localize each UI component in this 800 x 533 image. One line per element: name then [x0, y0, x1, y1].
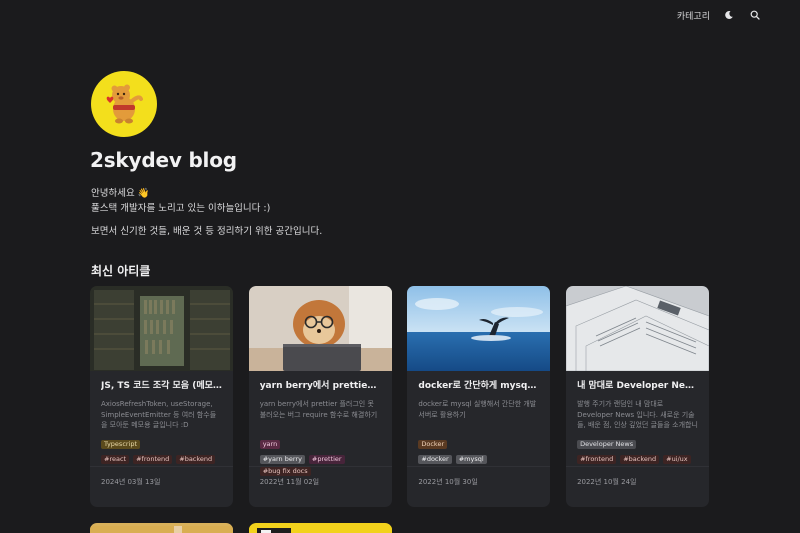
article-title[interactable]: 내 맘대로 Developer News 1. — [577, 379, 698, 393]
card-divider — [407, 466, 551, 467]
article-date: 2024년 03월 13일 — [101, 478, 161, 486]
nav-category-link[interactable]: 카테고리 — [677, 9, 710, 22]
whale-tail-thumbnail — [407, 286, 551, 371]
tag[interactable]: #prettier — [308, 455, 345, 464]
article-title[interactable]: docker로 간단하게 mysql 실행하기 — [418, 379, 539, 393]
article-date: 2022년 10월 24일 — [577, 478, 637, 486]
intro-purpose: 보면서 신기한 것들, 배운 것 등 정리하기 위한 공간입니다. — [91, 226, 323, 237]
category-badge[interactable]: Typescript — [101, 440, 141, 449]
intro-greeting: 안녕하세요 👋 — [91, 188, 150, 199]
article-card[interactable]: 내 맘대로 Developer News 1. 발행 주기가 랜덤인 내 맘대로… — [566, 286, 710, 507]
card-divider — [248, 466, 392, 467]
tag[interactable]: #react — [101, 455, 130, 464]
tag-list: yarn #yarn berry #prettier #bug fix docs — [259, 440, 385, 476]
intro-text: 안녕하세요 👋 풀스택 개발자를 노리고 있는 이하늘입니다 :) — [91, 186, 270, 216]
article-date: 2022년 10월 30일 — [418, 478, 478, 486]
tag[interactable]: #yarn berry — [259, 455, 305, 464]
blog-title: 2skydev blog — [90, 148, 237, 172]
article-card[interactable]: docker로 간단하게 mysql 실행하기 docker로 mysql 실행… — [407, 286, 551, 507]
moon-icon[interactable] — [722, 8, 736, 22]
category-badge[interactable]: Docker — [418, 440, 448, 449]
library-bookshelf-thumbnail — [90, 286, 233, 371]
article-title[interactable]: yarn berry에서 prettier 플러그인 못 불러오는 버그 req… — [260, 379, 381, 393]
article-date: 2022년 11월 02일 — [259, 478, 320, 486]
intro-role: 풀스택 개발자를 노리고 있는 이하늘입니다 :) — [91, 203, 271, 214]
category-badge[interactable]: Developer News — [577, 440, 637, 449]
bear-mascot-icon — [106, 84, 143, 124]
dog-with-laptop-thumbnail — [248, 286, 392, 371]
article-description: docker로 mysql 실행해서 간단한 개발서버로 활용하기 — [418, 400, 537, 419]
article-description: yarn berry에서 prettier 플러그인 못 불러오는 버그 req… — [259, 400, 378, 419]
recent-articles-heading: 최신 아티클 — [91, 264, 151, 278]
tag-list: Developer News #frontend #backend #ui/ux — [577, 440, 702, 464]
article-card[interactable]: JS, TS 코드 조각 모음 (메모용) AxiosRefreshToken,… — [90, 286, 233, 507]
article-grid-next-row — [90, 523, 392, 533]
article-grid: JS, TS 코드 조각 모음 (메모용) AxiosRefreshToken,… — [90, 286, 710, 507]
article-description: 발행 주기가 랜덤인 내 맘대로 Developer News 입니다. 새로운… — [577, 400, 698, 429]
article-card-partial[interactable] — [248, 523, 392, 533]
tag[interactable]: #backend — [176, 455, 216, 464]
tag[interactable]: #mysql — [455, 455, 487, 464]
avatar — [91, 71, 157, 137]
tag[interactable]: #backend — [620, 455, 660, 464]
card-divider — [566, 466, 710, 467]
tag[interactable]: #frontend — [133, 455, 173, 464]
tag[interactable]: #frontend — [577, 455, 617, 464]
tag[interactable]: #docker — [418, 455, 452, 464]
article-description: AxiosRefreshToken, useStorage, SimpleEve… — [101, 400, 217, 429]
article-card[interactable]: yarn berry에서 prettier 플러그인 못 불러오는 버그 req… — [248, 286, 392, 507]
tag-list: Typescript #react #frontend #backend — [101, 440, 226, 464]
category-badge[interactable]: yarn — [259, 440, 281, 449]
search-icon[interactable] — [748, 8, 762, 22]
article-title[interactable]: JS, TS 코드 조각 모음 (메모용) — [101, 379, 222, 393]
article-card-partial[interactable] — [90, 523, 233, 533]
profile — [91, 71, 157, 137]
newspapers-thumbnail — [566, 286, 710, 371]
tag-list: Docker #docker #mysql — [418, 440, 543, 464]
card-divider — [90, 466, 233, 467]
tag[interactable]: #ui/ux — [663, 455, 691, 464]
tag[interactable]: #bug fix docs — [259, 467, 311, 476]
top-navigation: 카테고리 — [677, 0, 800, 30]
